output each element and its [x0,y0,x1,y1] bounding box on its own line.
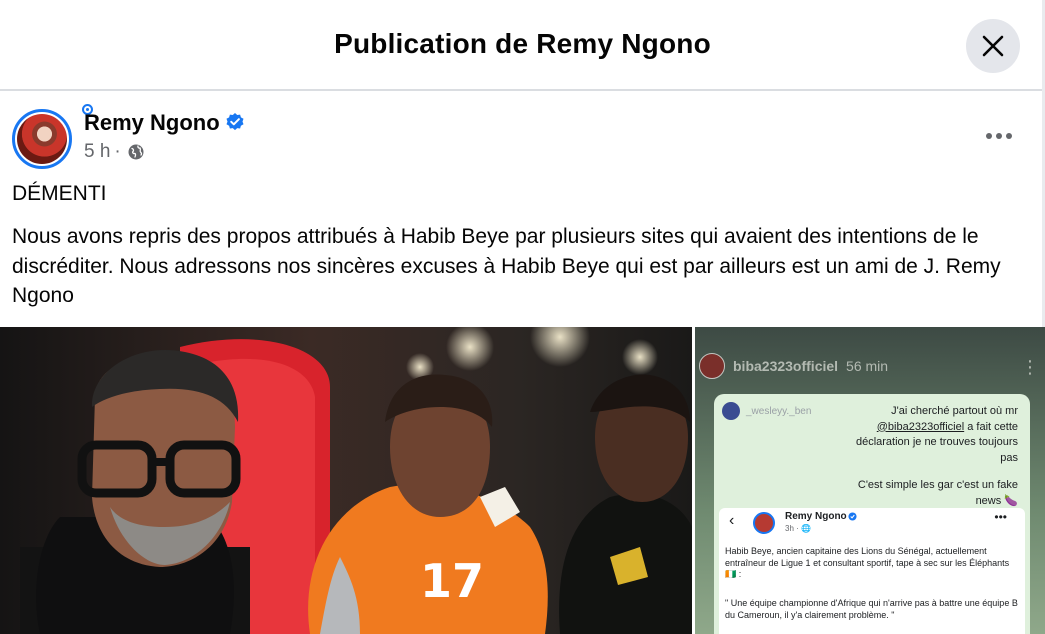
story-more-icon: ⋮ [1021,357,1039,377]
globe-icon[interactable] [127,143,145,161]
verified-badge-icon [848,512,857,521]
story-time: 56 min [846,358,889,374]
post-meta: 5 h · [84,141,145,163]
reply-user: _wesleyy._ben [722,402,811,420]
embedded-text: Habib Beye, ancien capitaine des Lions d… [725,546,1010,579]
reply-message: J'ai cherché partout où mr @biba2323offi… [848,404,1018,466]
post-time[interactable]: 5 h [84,141,110,163]
jersey-number: 17 [420,554,484,608]
reply-message-2: C'est simple les gar c'est un fake news … [857,479,1018,507]
more-options-button[interactable] [981,123,1017,149]
embedded-avatar [753,512,775,534]
embedded-post: ‹ Remy Ngono 3h · 🌐 ••• Habib Beye, anci… [719,508,1025,634]
photo-illustration: 17 [0,327,692,634]
reply-avatar [722,402,740,420]
reply-message-part: J'ai cherché partout où mr [891,405,1018,417]
embedded-meta: 3h · 🌐 [785,524,811,533]
author-name[interactable]: Remy Ngono [84,110,220,136]
post-photo-story[interactable]: biba2323officiel 56 min ⋮ _wesleyy._ben … [695,327,1045,634]
modal-title: Publication de Remy Ngono [334,28,711,59]
story-avatar [699,353,725,379]
modal-header: Publication de Remy Ngono [0,0,1045,91]
back-arrow-icon: ‹ [729,512,735,529]
reply-mention: @biba2323officiel [876,420,965,433]
embedded-quote: " Une équipe championne d'Afrique qui n'… [725,598,1018,620]
story-header: biba2323officiel 56 min ⋮ [695,349,1045,383]
avatar-photo [17,114,67,164]
post-photo-main[interactable]: 17 [0,327,692,634]
close-button[interactable] [966,19,1020,73]
post-heading: DÉMENTI [12,182,107,205]
embedded-author: Remy Ngono [785,511,847,522]
author-avatar[interactable] [12,109,72,169]
post-body-text: Nous avons repris des propos attribués à… [12,225,1001,307]
embedded-more-icon: ••• [994,510,1007,524]
verified-badge-icon [226,113,244,131]
meta-separator: · [114,141,121,162]
close-icon [982,35,1004,57]
more-options-icon [986,133,992,139]
story-username: biba2323officiel [733,358,839,374]
story-card: _wesleyy._ben J'ai cherché partout où mr… [714,394,1030,634]
reply-username: _wesleyy._ben [746,405,812,417]
